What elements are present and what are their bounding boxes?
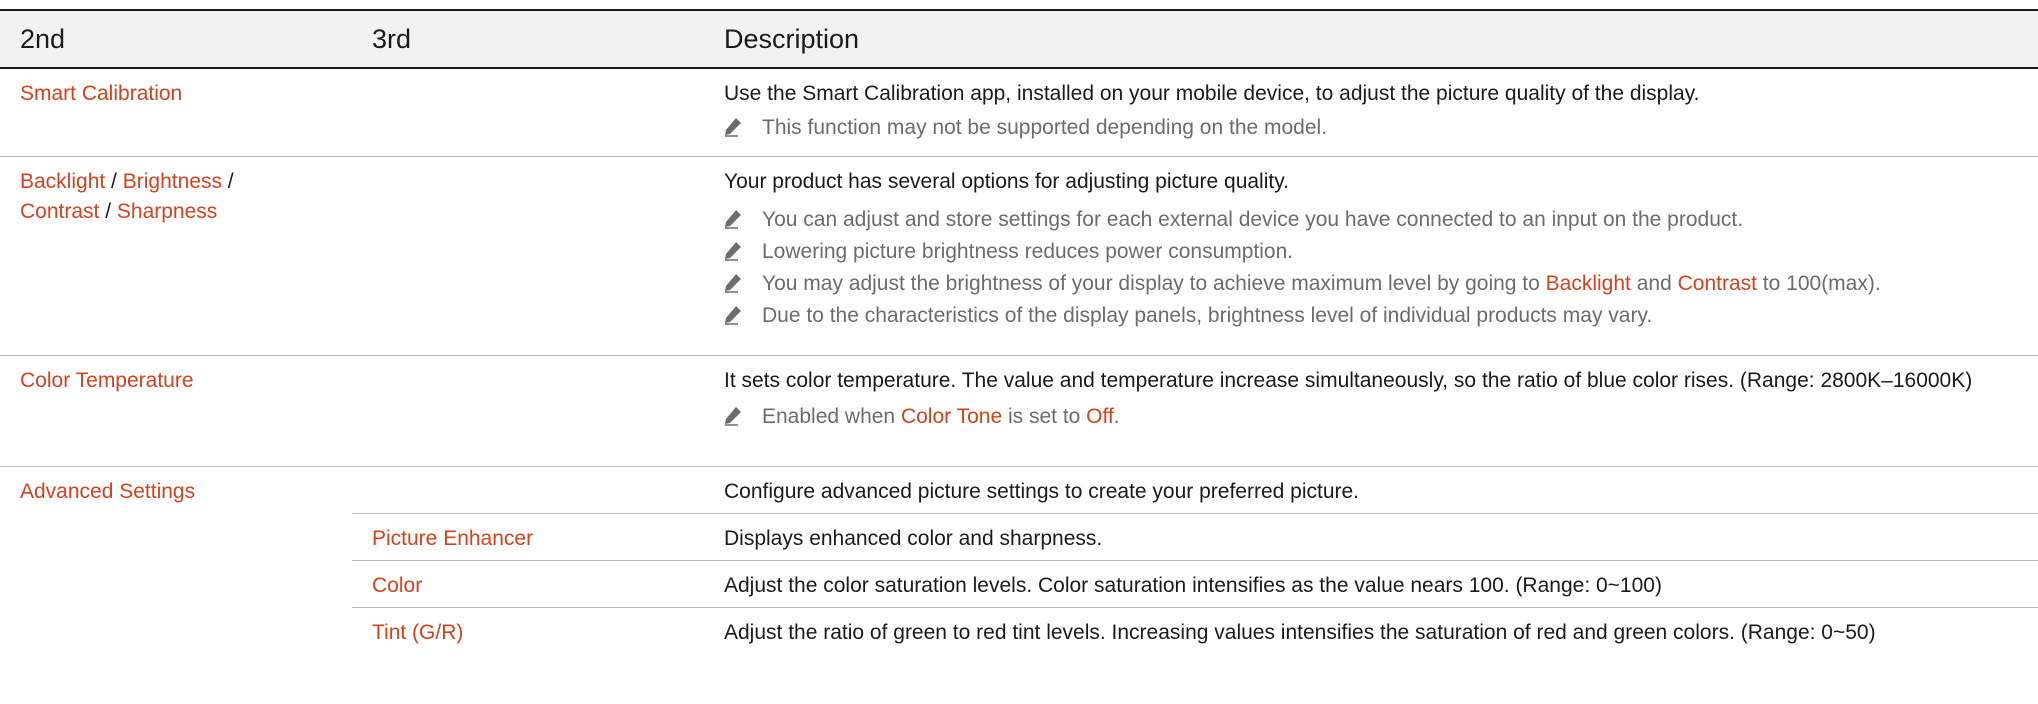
- setting-smart-calibration: Smart Calibration: [20, 82, 183, 105]
- value-off-ref: Off: [1086, 405, 1114, 428]
- note: Enabled when Color Tone is set to Off.: [724, 402, 2030, 432]
- note: Due to the characteristics of the displa…: [724, 301, 2030, 331]
- note-text: This function may not be supported depen…: [762, 116, 1328, 139]
- description-text: Adjust the ratio of green to red tint le…: [724, 621, 1876, 644]
- empty-cell: [352, 157, 704, 355]
- note-text: Due to the characteristics of the displa…: [762, 304, 1653, 327]
- table-subrow: Picture Enhancer Displays enhanced color…: [352, 514, 2038, 561]
- description-text: Adjust the color saturation levels. Colo…: [724, 574, 1662, 597]
- empty-cell: [352, 69, 704, 156]
- setting-brightness: Brightness: [122, 170, 222, 193]
- note-text: You can adjust and store settings for ea…: [762, 208, 1744, 231]
- description-text: Use the Smart Calibration app, installed…: [724, 82, 1700, 105]
- table-header: 2nd 3rd Description: [0, 9, 2038, 69]
- description-cell: It sets color temperature. The value and…: [704, 356, 2038, 466]
- note: This function may not be supported depen…: [724, 113, 2030, 143]
- header-2nd: 2nd: [20, 23, 66, 54]
- note-text-part: is set to: [1002, 405, 1087, 428]
- note-text: Enabled when Color Tone is set to Off.: [762, 402, 1120, 432]
- note-text-part: to 100(max).: [1756, 272, 1881, 295]
- setting-tint: Tint (G/R): [372, 621, 464, 644]
- table-row: Backlight / Brightness / Contrast / Shar…: [0, 157, 2038, 356]
- description-cell: Your product has several options for adj…: [704, 157, 2038, 355]
- pencil-icon: [724, 113, 762, 137]
- advanced-subrows: Configure advanced picture settings to c…: [352, 467, 2038, 654]
- note: You can adjust and store settings for ea…: [724, 205, 2030, 235]
- note-text: You may adjust the brightness of your di…: [762, 269, 1881, 299]
- header-description: Description: [724, 23, 860, 54]
- setting-color-tone-ref: Color Tone: [900, 405, 1003, 428]
- setting-picture-enhancer: Picture Enhancer: [372, 527, 534, 550]
- note-text: Lowering picture brightness reduces powe…: [762, 240, 1294, 263]
- note-text-part: You may adjust the brightness of your di…: [762, 272, 1546, 295]
- setting-contrast: Contrast: [20, 200, 100, 223]
- setting-backlight-ref: Backlight: [1545, 272, 1631, 295]
- setting-color: Color: [372, 574, 423, 597]
- empty-cell: [352, 356, 704, 466]
- table-row: Smart Calibration Use the Smart Calibrat…: [0, 69, 2038, 157]
- settings-table: 2nd 3rd Description Smart Calibration Us…: [0, 9, 2038, 654]
- description-text: It sets color temperature. The value and…: [724, 369, 1973, 392]
- pencil-icon: [724, 301, 762, 325]
- pencil-icon: [724, 269, 762, 293]
- table-subrow: Tint (G/R) Adjust the ratio of green to …: [352, 608, 2038, 654]
- description-text: Displays enhanced color and sharpness.: [724, 527, 1103, 550]
- setting-advanced-settings: Advanced Settings: [20, 480, 196, 503]
- setting-backlight: Backlight: [20, 170, 106, 193]
- pencil-icon: [724, 237, 762, 261]
- setting-sharpness: Sharpness: [116, 200, 218, 223]
- setting-contrast-ref: Contrast: [1677, 272, 1757, 295]
- setting-backlight-group: Backlight / Brightness / Contrast / Shar…: [0, 157, 352, 355]
- pencil-icon: [724, 205, 762, 229]
- separator: /: [221, 170, 234, 193]
- pencil-icon: [724, 402, 762, 426]
- description-cell: Use the Smart Calibration app, installed…: [704, 69, 2038, 156]
- separator: /: [105, 170, 123, 193]
- separator: /: [99, 200, 117, 223]
- header-3rd: 3rd: [372, 23, 412, 54]
- note-text-part: Enabled when: [762, 405, 901, 428]
- table-subrow: Color Adjust the color saturation levels…: [352, 561, 2038, 608]
- empty-cell: [352, 467, 704, 513]
- note-text-part: and: [1630, 272, 1678, 295]
- note-text-part: .: [1113, 405, 1120, 428]
- note: You may adjust the brightness of your di…: [724, 269, 2030, 299]
- table-row: Color Temperature It sets color temperat…: [0, 356, 2038, 467]
- table-row-advanced: Advanced Settings Configure advanced pic…: [0, 467, 2038, 654]
- table-subrow: Configure advanced picture settings to c…: [352, 467, 2038, 514]
- description-text: Configure advanced picture settings to c…: [724, 480, 1360, 503]
- description-text: Your product has several options for adj…: [724, 170, 1290, 193]
- setting-color-temperature: Color Temperature: [20, 369, 194, 392]
- note: Lowering picture brightness reduces powe…: [724, 237, 2030, 267]
